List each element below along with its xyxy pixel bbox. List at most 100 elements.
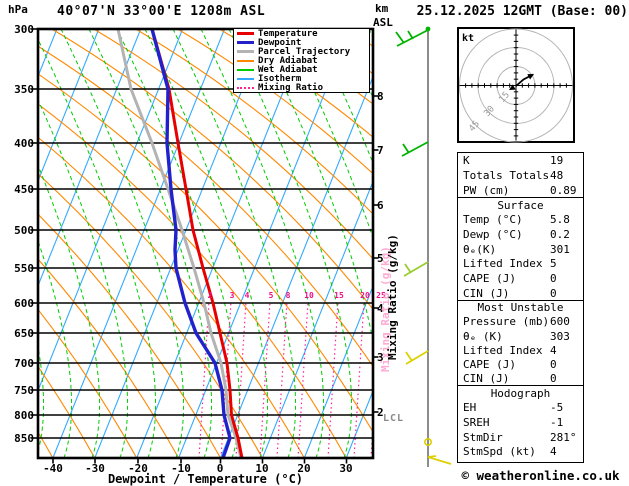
row-value: -1 — [550, 415, 564, 429]
section-header: Surface — [497, 199, 544, 212]
row-label: Temp (°C) — [463, 213, 523, 226]
km-label: 7 — [377, 144, 384, 157]
mixing-ratio-value: 2 — [207, 291, 213, 300]
row-value: 4 — [550, 343, 557, 357]
row-label: Totals Totals — [463, 169, 550, 182]
row-label: Dewp (°C) — [463, 227, 523, 241]
table-row: Temp (°C) 5.8 — [458, 213, 583, 228]
pressure-label: 550 — [14, 262, 34, 275]
row-label: CIN (J) — [463, 372, 510, 386]
pressure-label: 350 — [14, 83, 34, 96]
dewpoint-line-swatch — [237, 41, 254, 44]
isotherm-line-swatch — [237, 77, 254, 80]
table-row: CAPE (J) 0 — [458, 358, 583, 372]
row-label: StmSpd (kt) — [463, 445, 536, 459]
row-label: Pressure (mb) — [463, 315, 550, 329]
row-value: 0 — [550, 272, 557, 286]
copyright-watermark: © weatheronline.co.uk — [461, 468, 620, 483]
table-row: EH -5 — [458, 401, 583, 416]
temperature-curve — [150, 29, 244, 458]
legend-item-wet-adiabat: Wet Adiabat — [234, 65, 369, 75]
table-row: Pressure (mb) 600 — [458, 315, 583, 329]
mixing-ratio-value: 5 — [268, 291, 274, 300]
row-value: 5.8 — [550, 213, 570, 226]
pressure-label: 650 — [14, 327, 34, 340]
wind-barb-400hpa — [401, 141, 429, 157]
row-value: 5 — [550, 257, 557, 271]
x-axis-title: Dewpoint / Temperature (°C) — [107, 472, 304, 486]
parcel-line-swatch — [237, 50, 254, 53]
plot-border — [36, 27, 375, 460]
indices-panel: K 19 Totals Totals 48 PW (cm) 0.89 — [457, 152, 584, 199]
pressure-label: 750 — [14, 384, 34, 397]
table-row: CAPE (J) 0 — [458, 272, 583, 287]
wind-barb-550hpa — [403, 261, 429, 277]
mixing-ratio-value: 15 — [334, 291, 344, 300]
hodograph-stats-panel: Hodograph EH -5 SREH -1 StmDir 281° StmS… — [457, 385, 584, 463]
pressure-label: 300 — [14, 23, 34, 36]
wind-barb-staff — [395, 26, 452, 467]
row-label: Lifted Index — [463, 257, 543, 271]
skewt-sounding-page: hPa 40°07'N 33°00'E 1208m ASL km ASL 25.… — [0, 0, 629, 486]
wind-barb-300hpa — [395, 29, 429, 47]
table-row: θₑ(K) 301 — [458, 243, 583, 258]
row-value: 301 — [550, 242, 570, 256]
row-value: 48 — [550, 169, 564, 182]
row-label: CAPE (J) — [463, 358, 516, 372]
row-label: θₑ (K) — [463, 329, 503, 343]
most-unstable-panel: Most Unstable Pressure (mb) 600 θₑ (K) 3… — [457, 300, 584, 388]
row-value: 303 — [550, 329, 570, 343]
row-value: 0 — [550, 358, 557, 372]
legend: Temperature Dewpoint Parcel Trajectory D… — [233, 28, 370, 93]
temperature-line-swatch — [237, 32, 254, 35]
row-label: CAPE (J) — [463, 272, 516, 286]
row-value: -5 — [550, 401, 564, 414]
pressure-label: 850 — [14, 432, 34, 445]
section-header: Most Unstable — [477, 301, 564, 314]
table-row: Totals Totals 48 — [458, 168, 583, 183]
table-row: Lifted Index 4 — [458, 344, 583, 358]
row-label: EH — [463, 401, 477, 414]
row-label: Lifted Index — [463, 343, 543, 357]
pressure-label: 700 — [14, 357, 34, 370]
row-label: PW (cm) — [463, 184, 510, 197]
row-value: 4 — [550, 445, 557, 459]
pressure-label: 800 — [14, 409, 34, 422]
section-header: Hodograph — [490, 387, 551, 400]
table-row: StmSpd (kt) 4 — [458, 445, 583, 460]
table-row: PW (cm) 0.89 — [458, 183, 583, 198]
wind-barb-surface — [427, 455, 452, 465]
mixing-ratio-value: 4 — [244, 291, 250, 300]
legend-item-temperature: Temperature — [234, 29, 369, 39]
dry-adiabat-line-swatch — [237, 59, 254, 62]
row-label: StmDir — [463, 430, 503, 444]
pressure-label: 600 — [14, 297, 34, 310]
row-value: 600 — [550, 315, 570, 329]
hodograph-panel: kt 15 30 45 — [457, 27, 575, 143]
legend-label: Mixing Ratio — [258, 82, 324, 93]
pressure-label: 450 — [14, 183, 34, 196]
wet-adiabat-line-swatch — [237, 68, 254, 71]
mixing-ratio-axis-label: Mixing Ratio (g/kg) — [386, 234, 399, 360]
lcl-marker-label: LCL — [383, 413, 405, 424]
table-row: Dewp (°C) 0.2 — [458, 228, 583, 243]
table-row: SREH -1 — [458, 416, 583, 431]
row-label: SREH — [463, 415, 490, 429]
row-value: 19 — [550, 154, 564, 167]
table-row: StmDir 281° — [458, 431, 583, 446]
pressure-label: 400 — [14, 137, 34, 150]
row-value: 0.2 — [550, 227, 570, 241]
pressure-gridlines — [31, 28, 379, 464]
mixing-ratio-value: 8 — [285, 291, 291, 300]
km-label: 8 — [377, 90, 384, 103]
row-value: 281° — [550, 430, 577, 444]
pressure-label: 500 — [14, 224, 34, 237]
table-row: θₑ (K) 303 — [458, 330, 583, 344]
mixing-ratio-line-swatch — [237, 86, 254, 89]
legend-item-mixing-ratio: Mixing Ratio — [234, 82, 369, 93]
row-label: θₑ(K) — [463, 242, 497, 256]
hodograph-unit-label: kt — [462, 33, 474, 44]
row-value: 0.89 — [550, 184, 577, 197]
surface-panel: Surface Temp (°C) 5.8 Dewp (°C) 0.2 θₑ(K… — [457, 197, 584, 303]
row-label: K — [463, 154, 470, 167]
